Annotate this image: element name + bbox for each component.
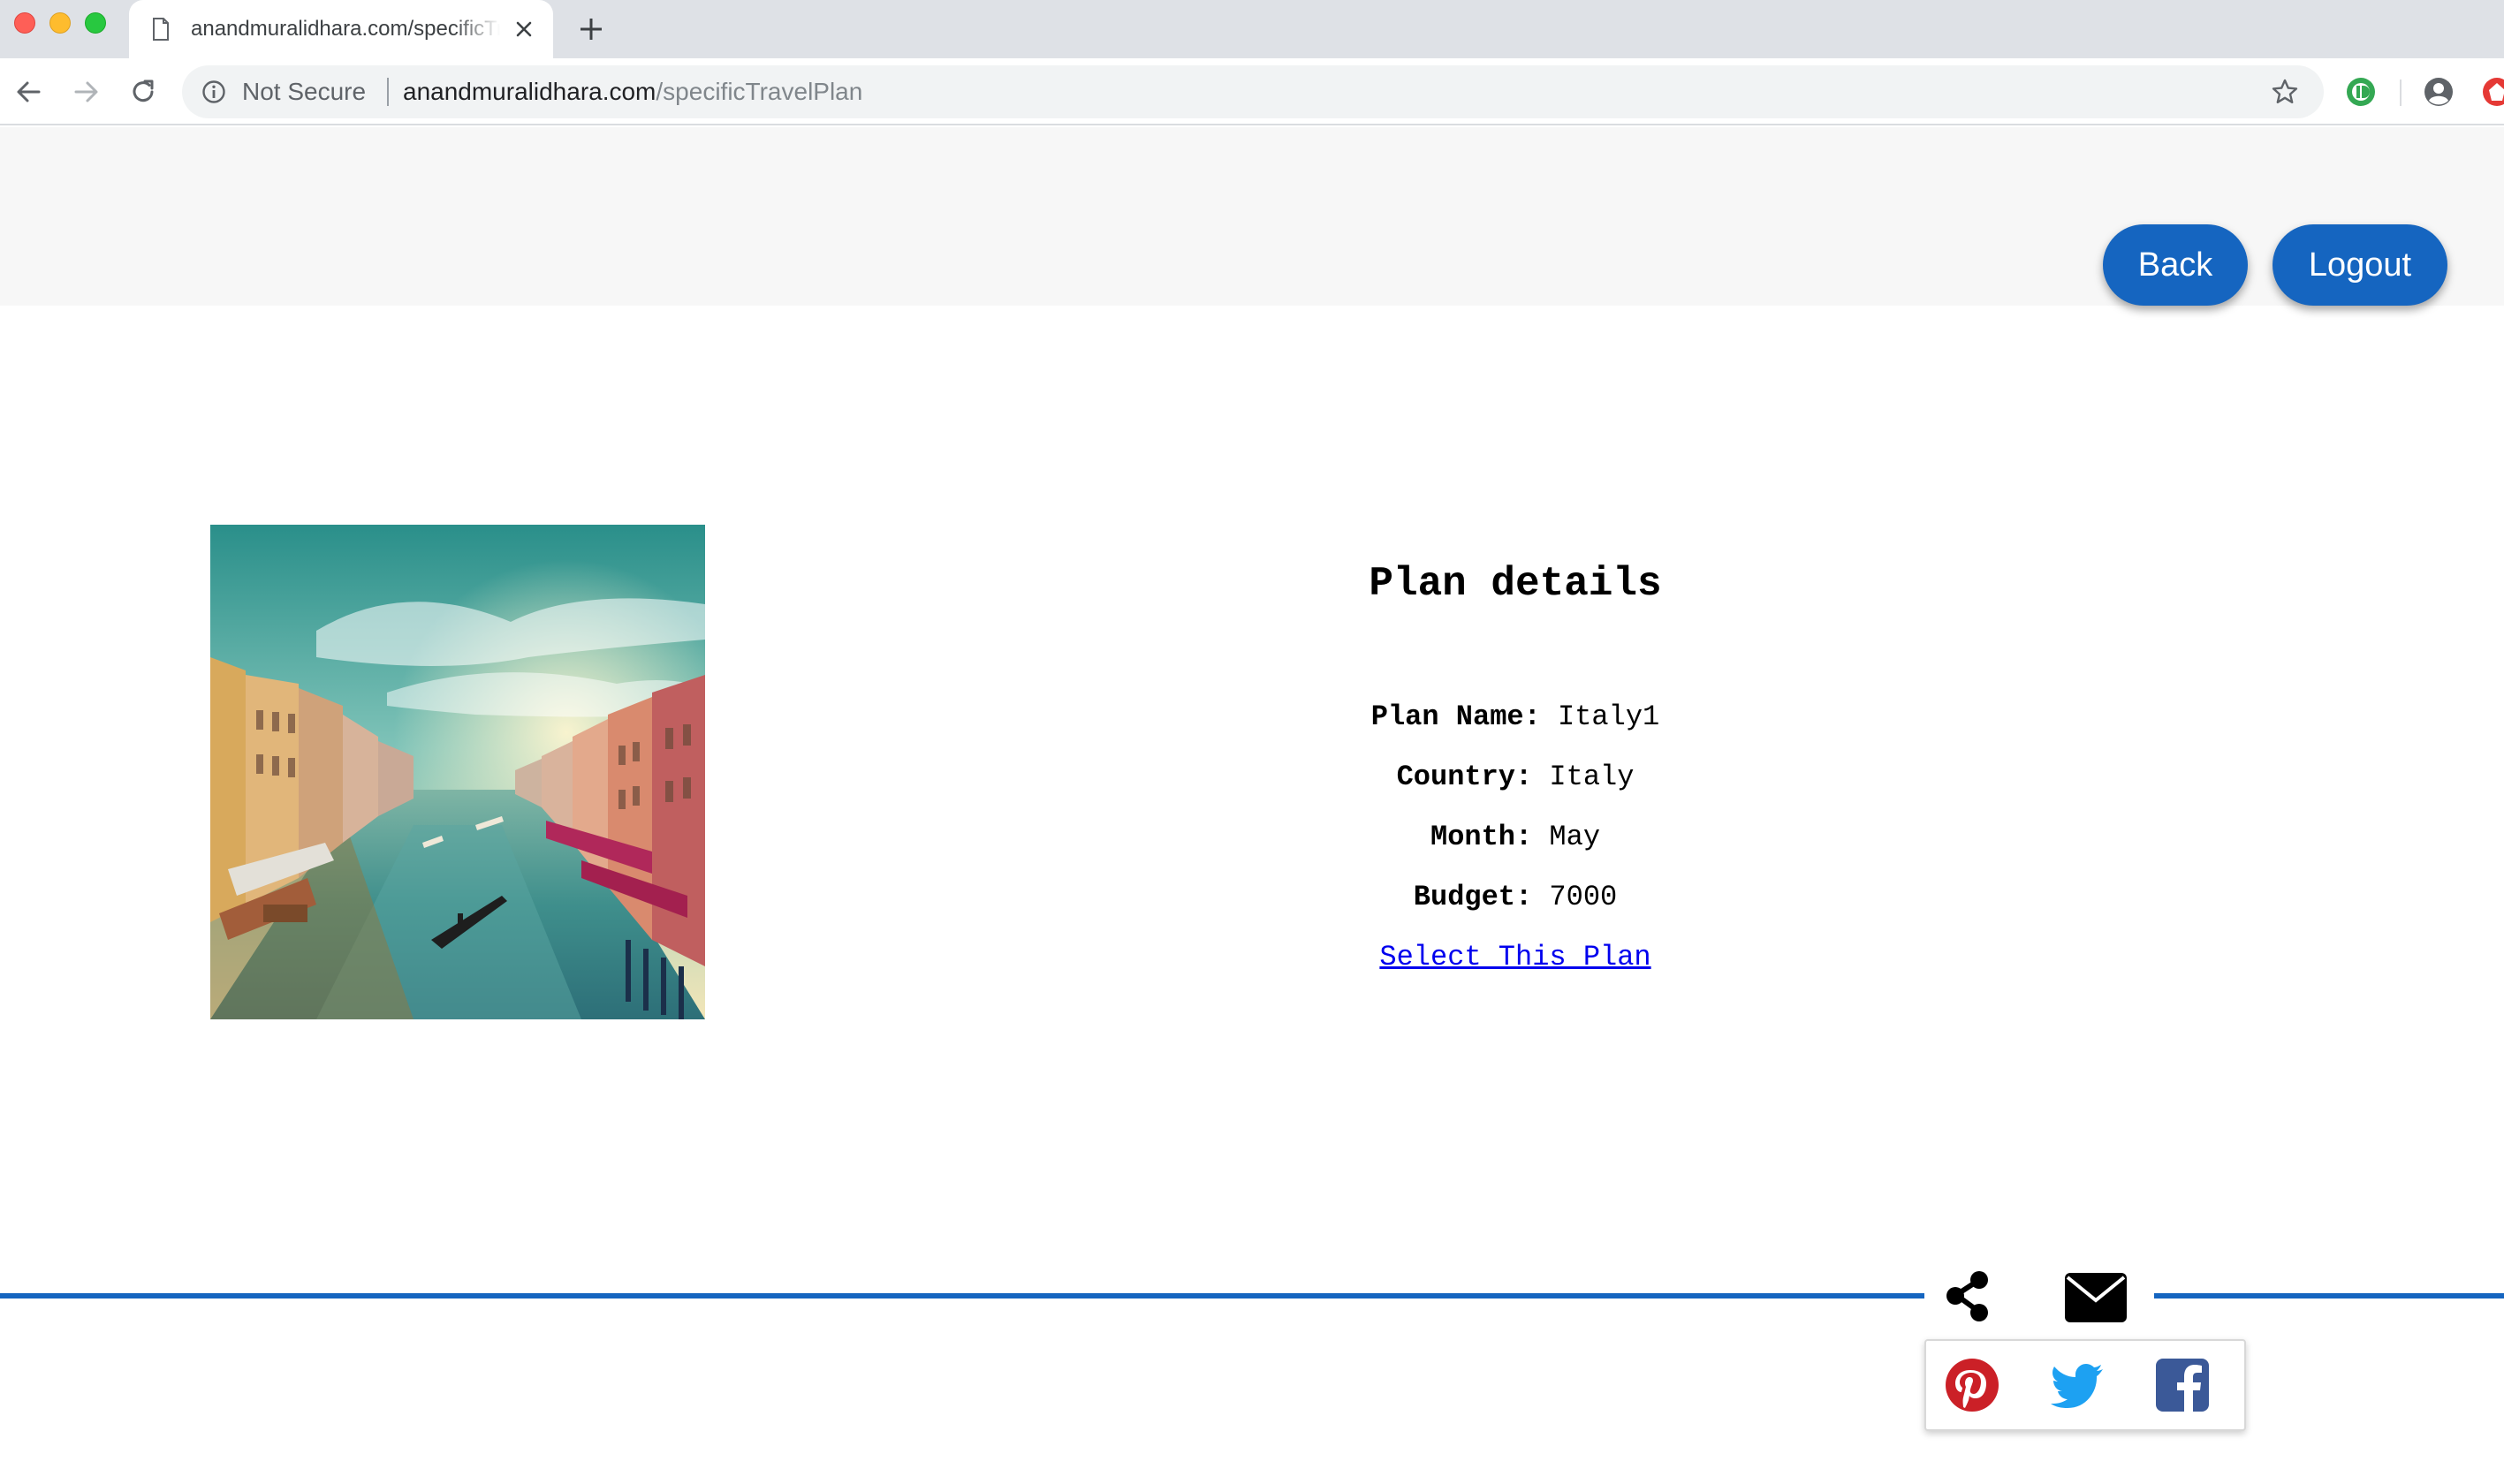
new-tab-plus-icon[interactable]	[578, 16, 604, 42]
plan-name-value: Italy1	[1558, 700, 1660, 733]
extension-green-icon[interactable]	[2345, 76, 2377, 108]
budget-row: Budget: 7000	[1060, 880, 1970, 915]
plan-details-panel: Plan details Plan Name: Italy1 Country: …	[1060, 548, 1970, 973]
bookmark-star-icon[interactable]	[2271, 78, 2299, 106]
country-label: Country:	[1396, 761, 1533, 793]
security-status-label[interactable]: Not Secure	[242, 78, 366, 106]
address-bar[interactable]: Not Secure anandmuralidhara.com/specific…	[182, 65, 2324, 118]
select-plan-link[interactable]: Select This Plan	[1060, 940, 1970, 975]
country-value: Italy	[1549, 761, 1635, 793]
url-host: anandmuralidhara.com	[403, 78, 656, 105]
country-row: Country: Italy	[1060, 760, 1970, 795]
budget-value: 7000	[1549, 881, 1618, 913]
footer-divider-right	[2154, 1293, 2504, 1298]
month-row: Month: May	[1060, 820, 1970, 855]
plan-name-row: Plan Name: Italy1	[1060, 700, 1970, 735]
plan-details-title: Plan details	[1369, 561, 1662, 607]
window-close-button[interactable]	[14, 12, 35, 34]
back-arrow-icon[interactable]	[12, 76, 44, 108]
browser-tab-bar: anandmuralidhara.com/specificTravelPlan	[0, 0, 2504, 58]
profile-avatar-icon[interactable]	[2423, 76, 2455, 108]
back-button[interactable]: Back	[2103, 224, 2248, 306]
url-path: /specificTravelPlan	[656, 78, 863, 105]
window-zoom-button[interactable]	[85, 12, 106, 34]
url-text[interactable]: anandmuralidhara.com/specificTravelPlan	[403, 78, 862, 106]
forward-arrow-icon[interactable]	[71, 76, 102, 108]
address-bar-divider	[387, 78, 389, 106]
logout-button[interactable]: Logout	[2273, 224, 2447, 306]
browser-toolbar: Not Secure anandmuralidhara.com/specific…	[0, 58, 2504, 125]
month-value: May	[1549, 821, 1601, 853]
extension-red-icon[interactable]	[2481, 76, 2504, 108]
destination-photo	[210, 525, 705, 1019]
browser-tab-active[interactable]: anandmuralidhara.com/specificTravelPlan	[129, 0, 553, 58]
page-header: Back Logout	[0, 127, 2504, 306]
plan-name-label: Plan Name:	[1370, 700, 1541, 733]
share-icon[interactable]	[1940, 1268, 1997, 1325]
window-minimize-button[interactable]	[49, 12, 71, 34]
month-label: Month:	[1430, 821, 1533, 853]
budget-label: Budget:	[1413, 881, 1533, 913]
envelope-icon[interactable]	[2064, 1272, 2128, 1323]
close-icon[interactable]	[512, 18, 535, 41]
reload-icon[interactable]	[127, 76, 159, 108]
info-icon[interactable]	[201, 80, 226, 104]
footer-divider-left	[0, 1293, 1924, 1298]
pinterest-icon[interactable]	[1944, 1357, 2000, 1413]
document-icon	[153, 18, 169, 41]
tab-title: anandmuralidhara.com/specificTravelPlan	[191, 17, 500, 41]
toolbar-divider	[2400, 80, 2402, 106]
twitter-icon[interactable]	[2050, 1357, 2106, 1413]
facebook-icon[interactable]	[2154, 1357, 2211, 1413]
social-share-menu	[1924, 1339, 2246, 1431]
